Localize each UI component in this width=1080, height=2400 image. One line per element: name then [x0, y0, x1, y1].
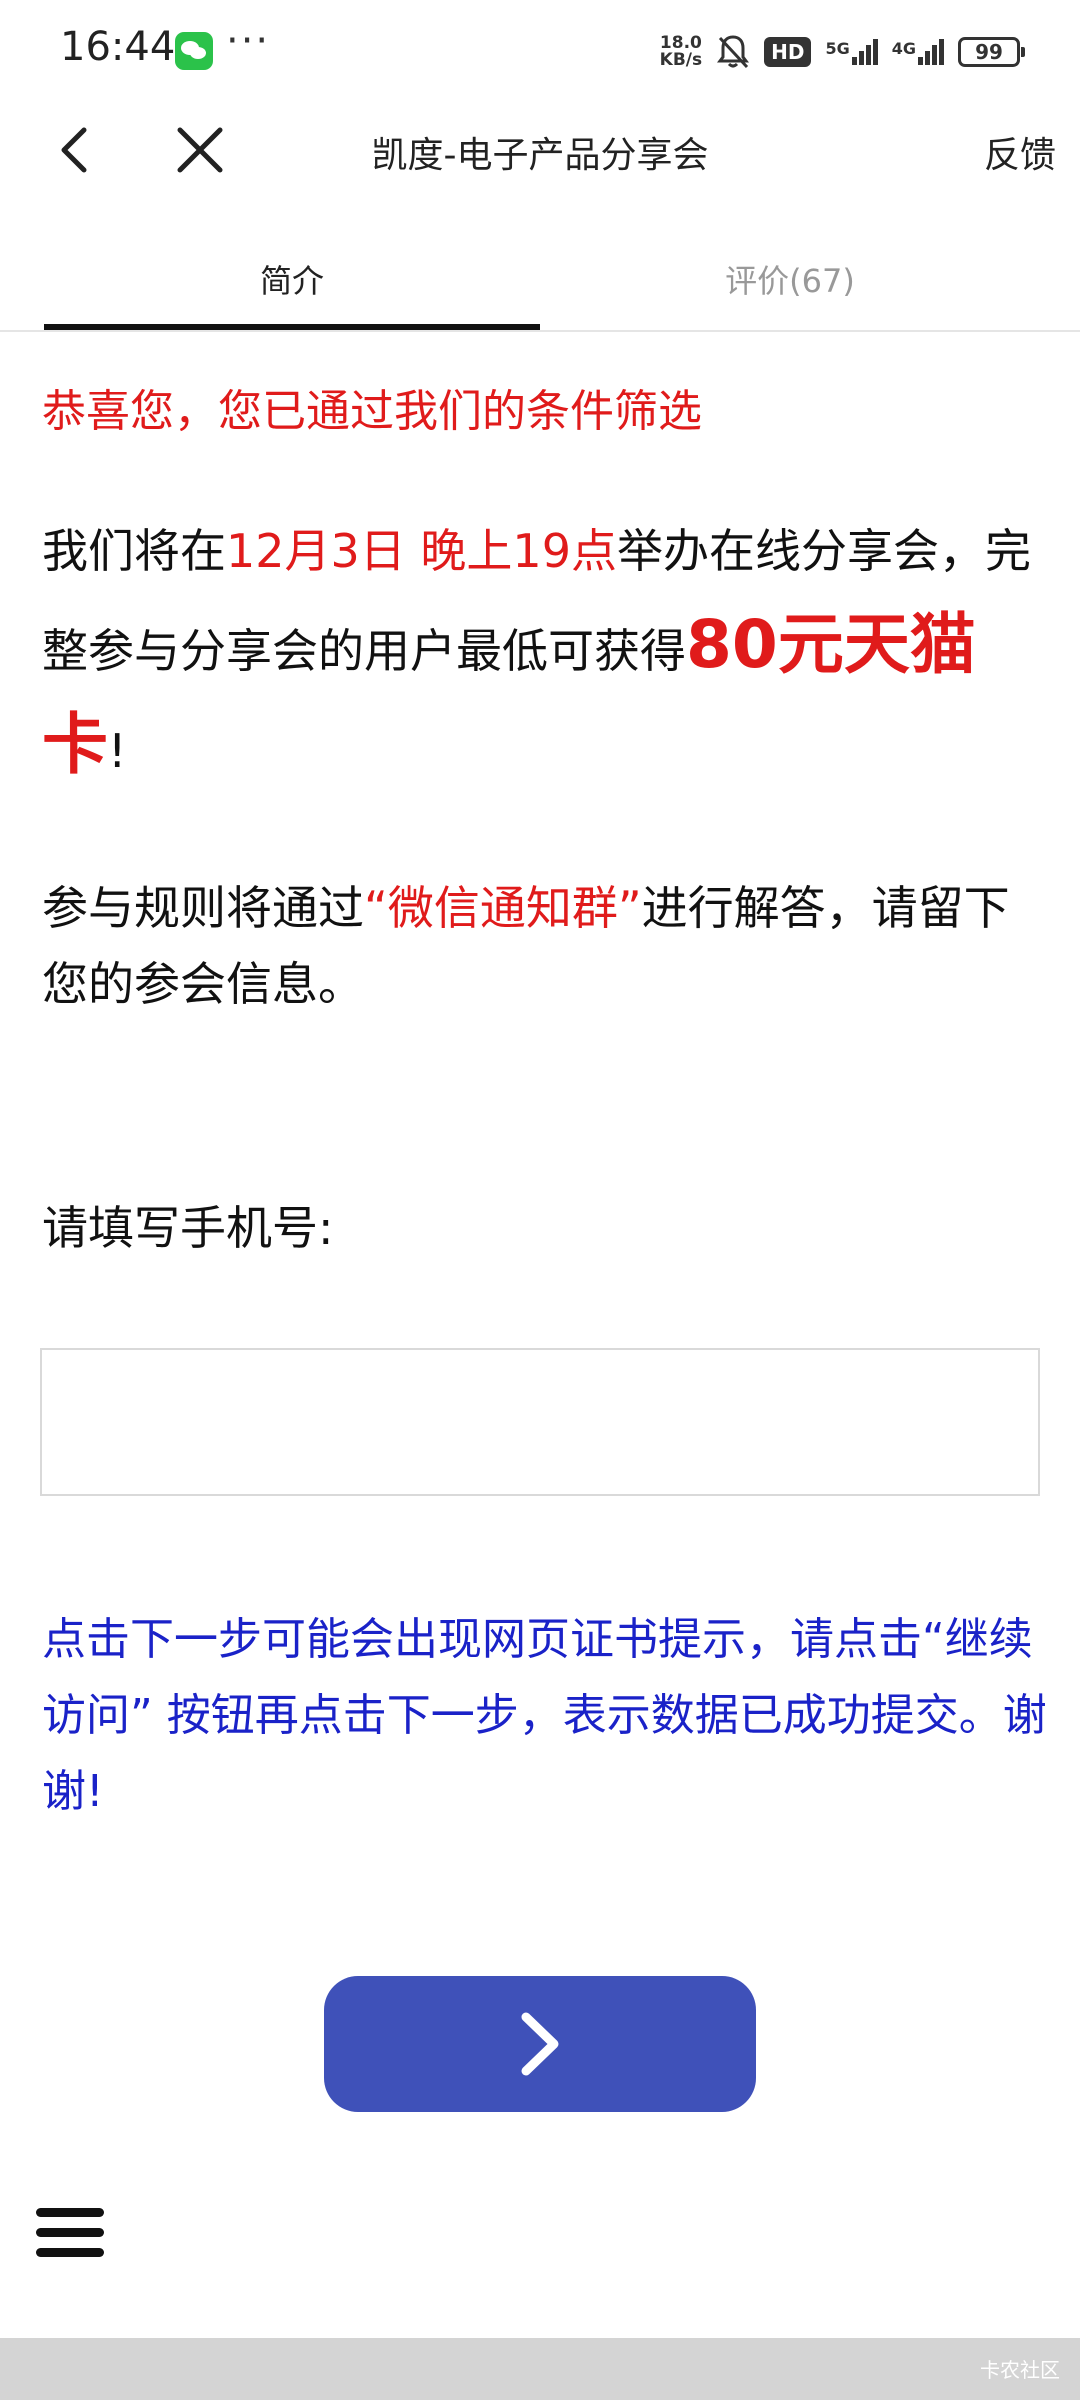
hamburger-menu-icon[interactable]: [36, 2208, 104, 2266]
wechat-group-text: “微信通知群”: [364, 881, 642, 935]
wechat-icon: [175, 32, 213, 70]
more-notifications-icon: ···: [226, 18, 271, 64]
event-text-1: 我们将在: [42, 524, 226, 578]
hd-voice-badge: HD: [764, 37, 812, 67]
tab-bar: 简介 评价(67): [0, 240, 1080, 332]
tab-reviews[interactable]: 评价(67): [520, 256, 1060, 302]
certificate-notice: 点击下一步可能会出现网页证书提示，请点击“继续访问” 按钮再点击下一步，表示数据…: [42, 1614, 1047, 1817]
signal-icon: 5G: [825, 39, 878, 65]
phone-label: 请填写手机号:: [42, 1201, 334, 1255]
battery-icon: 99: [958, 37, 1025, 67]
rules-text-1: 参与规则将通过: [42, 881, 364, 935]
event-date: 12月3日 晚上19点: [226, 524, 617, 578]
bottom-bar: 卡农社区: [0, 2338, 1080, 2400]
main-content: 恭喜您，您已通过我们的条件筛选 我们将在12月3日 晚上19点举办在线分享会，完…: [42, 382, 1042, 1011]
tab-intro[interactable]: 简介: [22, 256, 562, 302]
status-time: 16:44: [60, 24, 176, 70]
congrats-message: 恭喜您，您已通过我们的条件筛选: [42, 386, 702, 437]
active-tab-indicator: [44, 324, 540, 330]
network-speed: 18.0 KB/s: [660, 35, 702, 69]
feedback-button[interactable]: 反馈: [984, 126, 1056, 178]
page-title: 凯度-电子产品分享会: [371, 135, 709, 176]
status-icons: 18.0 KB/s HD 5G 4G 99: [660, 30, 1025, 74]
watermark: 卡农社区: [980, 2358, 1060, 2382]
network-5g-label: 5G: [825, 39, 850, 58]
network-4g-label: 4G: [891, 39, 916, 58]
bell-muted-icon: [717, 35, 750, 69]
phone-input[interactable]: [40, 1348, 1040, 1496]
nav-bar: 凯度-电子产品分享会 反馈: [0, 100, 1080, 200]
signal-icon-2: 4G: [892, 39, 944, 65]
event-text-3: !: [108, 724, 127, 778]
rules-description: 参与规则将通过“微信通知群”进行解答，请留下您的参会信息。: [42, 870, 1042, 1022]
next-button[interactable]: [324, 1976, 756, 2112]
chevron-right-icon: [521, 2012, 559, 2076]
event-description: 我们将在12月3日 晚上19点举办在线分享会，完整参与分享会的用户最低可获得80…: [42, 504, 1042, 798]
status-bar: 16:44 ··· 18.0 KB/s HD 5G 4G 99: [0, 0, 1080, 100]
network-speed-unit: KB/s: [659, 50, 703, 70]
